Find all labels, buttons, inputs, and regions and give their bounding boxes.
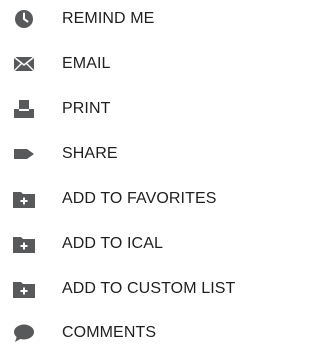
share-item[interactable]: SHARE: [0, 135, 285, 173]
comments-label: COMMENTS: [62, 324, 157, 341]
share-arrow-icon: [12, 143, 36, 165]
print-label: PRINT: [62, 100, 111, 117]
add-to-favorites-label: ADD TO FAVORITES: [62, 190, 217, 207]
comments-item[interactable]: COMMENTS: [0, 314, 285, 352]
add-to-favorites-item[interactable]: ADD TO FAVORITES: [0, 180, 285, 218]
email-item[interactable]: EMAIL: [0, 45, 285, 83]
folder-plus-icon: [12, 188, 36, 210]
share-label: SHARE: [62, 145, 118, 162]
envelope-icon: [12, 53, 36, 75]
add-to-ical-label: ADD TO ICAL: [62, 235, 163, 252]
add-to-ical-item[interactable]: ADD TO ICAL: [0, 225, 285, 263]
remind-me-item[interactable]: REMIND ME: [0, 0, 285, 38]
printer-icon: [12, 98, 36, 120]
speech-bubble-icon: [12, 322, 36, 344]
print-item[interactable]: PRINT: [0, 90, 285, 128]
add-to-custom-list-item[interactable]: ADD TO CUSTOM LIST: [0, 270, 285, 308]
folder-plus-icon: [12, 233, 36, 255]
folder-plus-icon: [12, 278, 36, 300]
email-label: EMAIL: [62, 55, 111, 72]
actions-menu: REMIND ME EMAIL PRINT SHARE ADD TO FAVOR…: [0, 0, 285, 349]
remind-me-label: REMIND ME: [62, 10, 155, 27]
add-to-custom-list-label: ADD TO CUSTOM LIST: [62, 280, 236, 297]
clock-icon: [12, 8, 36, 30]
